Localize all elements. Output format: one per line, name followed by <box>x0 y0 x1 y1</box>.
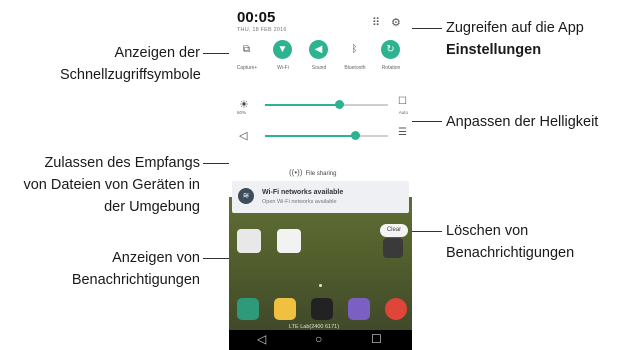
volume-track[interactable] <box>265 131 388 140</box>
callout-files-line2: von Dateien von Geräten in <box>23 177 200 193</box>
sound-icon: ◀ <box>314 44 323 55</box>
file-sharing-label: File sharing <box>305 171 337 177</box>
callout-quick-line2: Schnellzugriffsymbole <box>60 67 201 83</box>
volume-icon: ◁ <box>239 130 248 142</box>
status-time: 00:05 <box>237 9 276 26</box>
callout-files-line3: der Umgebung <box>104 199 200 215</box>
leader-notifications <box>203 258 231 259</box>
capture-icon: ⧉ <box>242 44 251 55</box>
gallery-app-icon[interactable] <box>348 298 370 320</box>
camera-app-icon[interactable] <box>311 298 333 320</box>
qs-tile-capture[interactable]: ⧉ Capture+ <box>229 38 265 78</box>
phone-screen: LTE Lab(2400 6171) 00:05 THU, 18 FEB 201… <box>229 0 412 350</box>
home-icon[interactable]: ○ <box>315 332 322 346</box>
wifi-notification-icon: ≋ <box>238 188 254 204</box>
wifi-tile-bg: ▼ <box>273 40 292 59</box>
bluetooth-tile-bg: ᛒ <box>345 40 364 59</box>
sound-tile-bg: ◀ <box>309 40 328 59</box>
brightness-row: ☀ 60% ☐ Auto <box>237 96 408 118</box>
auto-brightness-checkbox[interactable]: ☐ <box>398 96 407 107</box>
gear-icon[interactable]: ⚙ <box>391 16 401 29</box>
chrome-app-icon[interactable] <box>385 298 407 320</box>
callout-quick-access: Anzeigen der Schnellzugriffsymbole <box>60 42 201 86</box>
google-folder-app[interactable] <box>237 229 261 253</box>
volume-fill <box>265 135 355 137</box>
qs-label-bluetooth: Bluetooth <box>344 65 366 71</box>
qs-tile-rotation[interactable]: ↻ Rotation <box>373 38 409 78</box>
callout-notifications: Anzeigen von Benachrichtigungen <box>40 247 200 291</box>
page-indicator <box>319 284 322 287</box>
callout-quick-line1: Anzeigen der <box>114 45 200 61</box>
leader-clear <box>412 231 442 232</box>
leader-quick <box>203 53 231 54</box>
brightness-knob[interactable] <box>334 100 344 109</box>
quick-settings-panel: 00:05 THU, 18 FEB 2016 ⠿ ⚙ ⧉ Capture+ ▼ … <box>229 0 412 197</box>
callout-notif-line1: Anzeigen von <box>112 250 200 266</box>
callout-files-line1: Zulassen des Empfangs <box>44 155 200 171</box>
brightness-value: 60% <box>237 110 247 115</box>
wifi-icon: ▼ <box>277 44 288 55</box>
callout-file-receive: Zulassen des Empfangs von Dateien von Ge… <box>0 152 200 218</box>
volume-row: ◁ ☰ <box>237 127 407 149</box>
clear-button[interactable]: Clear <box>380 224 408 237</box>
phone-app-icon[interactable] <box>237 298 259 320</box>
callout-brightness-line: Anpassen der Helligkeit <box>446 114 599 130</box>
callout-notif-line2: Benachrichtigungen <box>71 272 200 288</box>
callout-settings: Zugreifen auf die App Einstellungen <box>446 17 620 61</box>
capture-tile-bg: ⧉ <box>237 40 256 59</box>
navigation-bar: ◁ ○ ☐ <box>229 330 412 350</box>
grid-icon[interactable]: ⠿ <box>372 16 380 29</box>
notification-subtitle: Open Wi-Fi networks available <box>262 199 337 205</box>
callout-settings-line1: Zugreifen auf die App <box>446 20 584 36</box>
qs-tile-bluetooth[interactable]: ᛒ Bluetooth <box>337 38 373 78</box>
qs-label-wifi: Wi-Fi <box>277 65 289 71</box>
volume-settings-icon[interactable]: ☰ <box>398 127 407 138</box>
callout-brightness: Anpassen der Helligkeit <box>446 111 620 133</box>
status-date: THU, 18 FEB 2016 <box>237 27 287 33</box>
volume-knob[interactable] <box>350 131 360 140</box>
callout-clear: Löschen von Benachrichtigungen <box>446 220 620 264</box>
qs-tile-wifi[interactable]: ▼ Wi-Fi <box>265 38 301 78</box>
rotation-tile-bg: ↻ <box>381 40 400 59</box>
qs-tile-sound[interactable]: ◀ Sound <box>301 38 337 78</box>
qs-label-sound: Sound <box>311 65 327 71</box>
notification-card[interactable]: ≋ Wi-Fi networks available Open Wi-Fi ne… <box>232 181 409 213</box>
bluetooth-icon: ᛒ <box>351 44 358 55</box>
back-icon[interactable]: ◁ <box>257 332 266 346</box>
rotation-icon: ↻ <box>386 44 395 55</box>
file-sharing-icon: ((•)) <box>289 168 303 177</box>
settings-app[interactable] <box>383 238 403 258</box>
callout-settings-line2: Einstellungen <box>446 42 542 58</box>
phone-frame: LTE Lab(2400 6171) 00:05 THU, 18 FEB 201… <box>229 0 412 350</box>
notification-title: Wi-Fi networks available <box>262 189 344 196</box>
recents-icon[interactable]: ☐ <box>371 332 382 346</box>
messages-app-icon[interactable] <box>274 298 296 320</box>
brightness-track[interactable] <box>265 100 388 109</box>
auto-brightness-label: Auto <box>398 110 408 115</box>
quick-tiles-row: ⧉ Capture+ ▼ Wi-Fi ◀ Sound ᛒ Bluetooth ↻ <box>229 38 412 78</box>
qs-label-capture: Capture+ <box>236 65 258 71</box>
qs-label-rotation: Rotation <box>381 65 401 71</box>
brightness-fill <box>265 104 339 106</box>
play-store-app[interactable] <box>277 229 301 253</box>
file-sharing-button[interactable]: ((•)) File sharing <box>289 168 336 177</box>
callout-clear-line2: Benachrichtigungen <box>446 245 575 261</box>
callout-clear-line1: Löschen von <box>446 223 529 239</box>
